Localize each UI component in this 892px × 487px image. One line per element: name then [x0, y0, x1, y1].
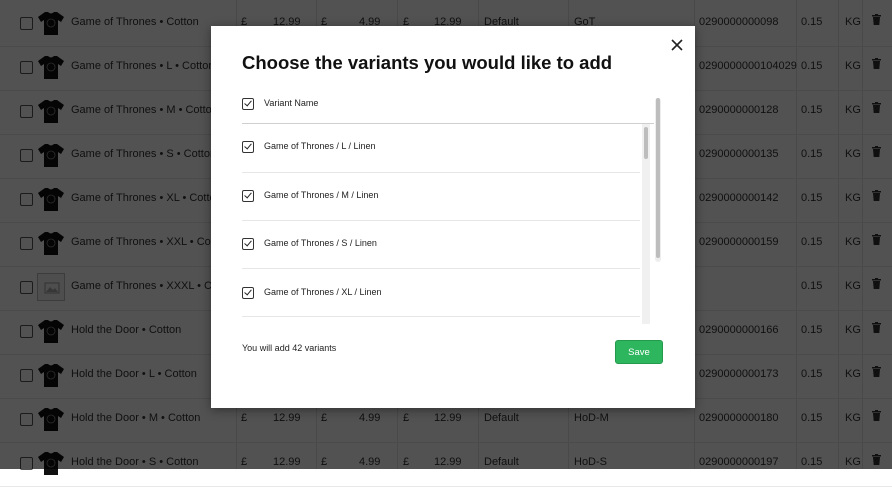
variant-item[interactable]: Game of Thrones / L / Linen [242, 125, 640, 173]
variant-item[interactable]: Game of Thrones / S / Linen [242, 221, 640, 269]
variant-label: Game of Thrones / M / Linen [264, 190, 379, 200]
close-icon[interactable] [671, 36, 683, 54]
variant-label: Game of Thrones / S / Linen [264, 238, 377, 248]
variant-name-header: Variant Name [264, 98, 319, 108]
save-button[interactable]: Save [615, 340, 663, 364]
variant-checkbox[interactable] [242, 141, 254, 153]
variant-list: Variant Name Game of Thrones / L / Linen… [242, 94, 662, 324]
variant-item[interactable]: Game of Thrones / M / Linen [242, 173, 640, 221]
variant-checkbox[interactable] [242, 287, 254, 299]
variants-count-text: You will add 42 variants [242, 343, 337, 353]
outer-scrollbar-thumb[interactable] [656, 98, 660, 258]
variant-list-header: Variant Name [242, 94, 654, 124]
variants-modal: Choose the variants you would like to ad… [211, 26, 695, 408]
variant-item[interactable]: Game of Thrones / XL / Linen [242, 269, 640, 317]
inner-scrollbar[interactable] [642, 124, 650, 324]
select-all-checkbox[interactable] [242, 98, 254, 110]
variant-checkbox[interactable] [242, 190, 254, 202]
variant-label: Game of Thrones / XL / Linen [264, 287, 382, 297]
variant-label: Game of Thrones / L / Linen [264, 141, 376, 151]
inner-scrollbar-thumb[interactable] [644, 127, 648, 159]
variant-checkbox[interactable] [242, 238, 254, 250]
outer-scrollbar[interactable] [655, 98, 661, 262]
modal-title: Choose the variants you would like to ad… [242, 52, 613, 73]
